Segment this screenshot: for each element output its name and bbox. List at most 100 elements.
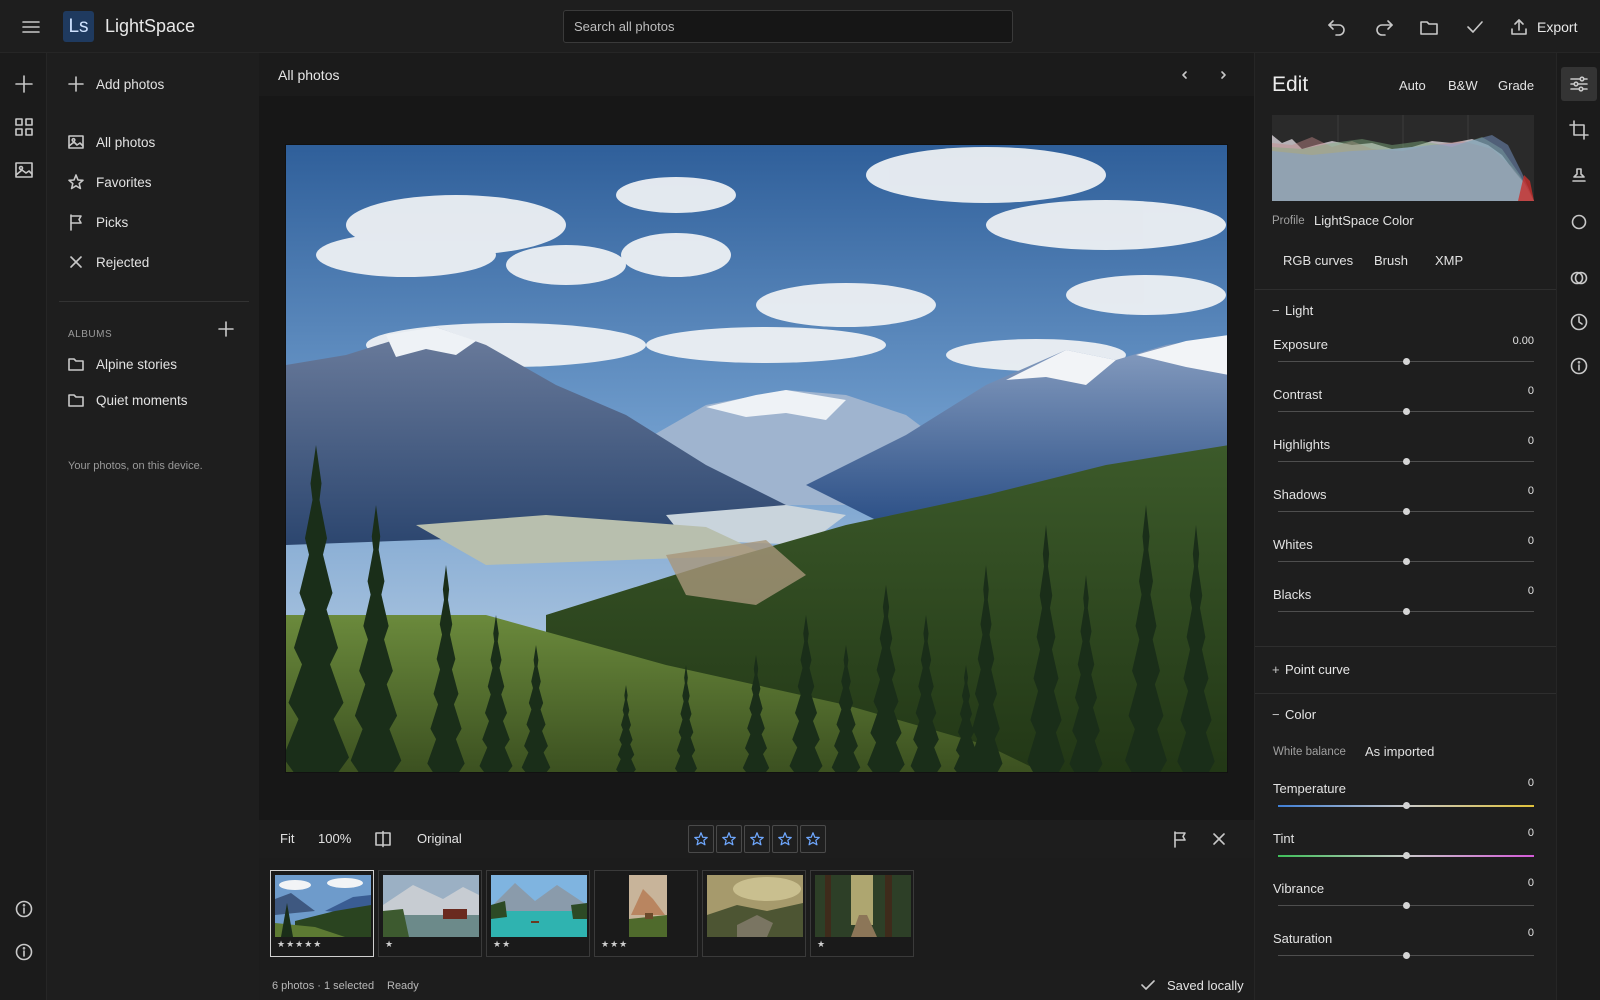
profile-select[interactable]: LightSpace Color: [1314, 213, 1414, 228]
info-icon[interactable]: [13, 898, 35, 920]
status-bar: 6 photos · 1 selected Ready Saved locall…: [259, 970, 1254, 1000]
saturation-slider-handle[interactable]: [1402, 952, 1410, 959]
rating-star-2[interactable]: [716, 825, 742, 853]
tint-label: Tint: [1273, 831, 1295, 846]
star-icon: [806, 832, 820, 846]
close-icon[interactable]: [1210, 830, 1228, 848]
search-input[interactable]: [563, 10, 1013, 43]
thumbnail-misty-hills[interactable]: [702, 870, 806, 957]
viewer-toolbar: Fit 100% Original: [259, 820, 1254, 858]
color-section-header[interactable]: − Color: [1272, 707, 1316, 722]
app-name: LightSpace: [105, 16, 196, 36]
mask-icon[interactable]: [1568, 211, 1590, 233]
histogram: [1272, 115, 1534, 201]
folder-icon: [68, 394, 84, 407]
adjustments-icon[interactable]: [1568, 73, 1590, 95]
nav-item-picks[interactable]: Picks: [67, 209, 128, 235]
add-icon[interactable]: [13, 73, 35, 95]
xmp-tab[interactable]: XMP: [1435, 253, 1463, 268]
tint-value[interactable]: 0: [1528, 827, 1534, 839]
thumbnail-lake-cabin[interactable]: ★: [378, 870, 482, 957]
previous-photo-icon[interactable]: [1176, 67, 1192, 83]
shadows-value[interactable]: 0: [1528, 485, 1534, 497]
menu-icon[interactable]: [20, 17, 42, 37]
nav-item-all-photos[interactable]: All photos: [67, 129, 155, 155]
nav-item-favorites[interactable]: Favorites: [67, 169, 152, 195]
grid-icon[interactable]: [13, 116, 35, 138]
blacks-value[interactable]: 0: [1528, 585, 1534, 597]
undo-icon[interactable]: [1326, 16, 1348, 38]
redo-icon[interactable]: [1373, 16, 1395, 38]
export-icon: [1511, 19, 1527, 35]
photo-canvas[interactable]: [285, 144, 1228, 773]
crop-icon[interactable]: [1568, 119, 1590, 141]
check-icon[interactable]: [1464, 16, 1486, 38]
rgb-curves-tab[interactable]: RGB curves: [1283, 253, 1353, 268]
temperature-value[interactable]: 0: [1528, 777, 1534, 789]
contrast-value[interactable]: 0: [1528, 385, 1534, 397]
auto-button[interactable]: Auto: [1399, 78, 1426, 93]
bw-button[interactable]: B&W: [1448, 78, 1478, 93]
shadows-slider-handle[interactable]: [1402, 508, 1410, 515]
grade-button[interactable]: Grade: [1498, 78, 1534, 93]
info-icon[interactable]: [1568, 355, 1590, 377]
contrast-slider-handle[interactable]: [1402, 408, 1410, 415]
star-icon: [750, 832, 764, 846]
rating-star-5[interactable]: [800, 825, 826, 853]
blacks-slider-handle[interactable]: [1402, 608, 1410, 615]
star-icon: [68, 174, 84, 190]
export-button[interactable]: Export: [1510, 14, 1577, 40]
help-icon[interactable]: [13, 941, 35, 963]
presets-icon[interactable]: [1568, 267, 1590, 289]
zoom-level[interactable]: 100%: [318, 831, 351, 846]
add-photos-button[interactable]: Add photos: [67, 71, 164, 97]
thumbnail-peak-portrait[interactable]: ★★★: [594, 870, 698, 957]
folder-icon[interactable]: [1418, 16, 1440, 38]
nav-divider: [59, 301, 249, 302]
rating-star-4[interactable]: [772, 825, 798, 853]
thumbnail-forest-path[interactable]: ★: [810, 870, 914, 957]
highlights-slider-handle[interactable]: [1402, 458, 1410, 465]
point-curve-section-header[interactable]: + Point curve: [1272, 662, 1350, 677]
exposure-value[interactable]: 0.00: [1513, 335, 1534, 347]
whites-value[interactable]: 0: [1528, 535, 1534, 547]
vibrance-slider-handle[interactable]: [1402, 902, 1410, 909]
stamp-icon[interactable]: [1568, 165, 1590, 187]
point-curve-title: Point curve: [1285, 662, 1351, 677]
temperature-slider-handle[interactable]: [1402, 802, 1410, 809]
compare-icon[interactable]: [374, 830, 392, 848]
original-toggle[interactable]: Original: [417, 831, 462, 846]
brush-tab[interactable]: Brush: [1374, 253, 1408, 268]
exposure-slider-handle[interactable]: [1402, 358, 1410, 365]
tint-slider-handle[interactable]: [1402, 852, 1410, 859]
nav-footer-text: Your photos, on this device.: [68, 460, 203, 472]
flag-icon: [70, 214, 82, 231]
thumbnail-turquoise-lake[interactable]: ★★: [486, 870, 590, 957]
album-quiet-moments[interactable]: Quiet moments: [67, 387, 188, 413]
rating-star-1[interactable]: [688, 825, 714, 853]
rating-star-3[interactable]: [744, 825, 770, 853]
image-icon[interactable]: [13, 159, 35, 181]
highlights-value[interactable]: 0: [1528, 435, 1534, 447]
white-balance-select[interactable]: As imported: [1365, 744, 1434, 759]
flag-icon[interactable]: [1171, 830, 1189, 848]
nav-item-rejected[interactable]: Rejected: [67, 249, 149, 275]
vibrance-label: Vibrance: [1273, 881, 1325, 896]
landscape-photo: [286, 145, 1227, 772]
thumbnail-mountain-valley[interactable]: ★★★★★: [270, 870, 374, 957]
next-photo-icon[interactable]: [1216, 67, 1232, 83]
nav-item-label: All photos: [96, 134, 156, 150]
album-alpine-stories[interactable]: Alpine stories: [67, 351, 177, 377]
tool-rail: [1556, 53, 1600, 1000]
saturation-value[interactable]: 0: [1528, 927, 1534, 939]
view-title: All photos: [278, 67, 340, 83]
library-nav: Add photos All photos Favorites Picks Re…: [47, 53, 259, 1000]
history-icon[interactable]: [1568, 311, 1590, 333]
add-album-icon[interactable]: [217, 320, 235, 338]
light-section-header[interactable]: − Light: [1272, 303, 1313, 318]
whites-slider-handle[interactable]: [1402, 558, 1410, 565]
light-section-title: Light: [1285, 303, 1314, 318]
star-icon: [694, 832, 708, 846]
vibrance-value[interactable]: 0: [1528, 877, 1534, 889]
fit-button[interactable]: Fit: [280, 831, 294, 846]
